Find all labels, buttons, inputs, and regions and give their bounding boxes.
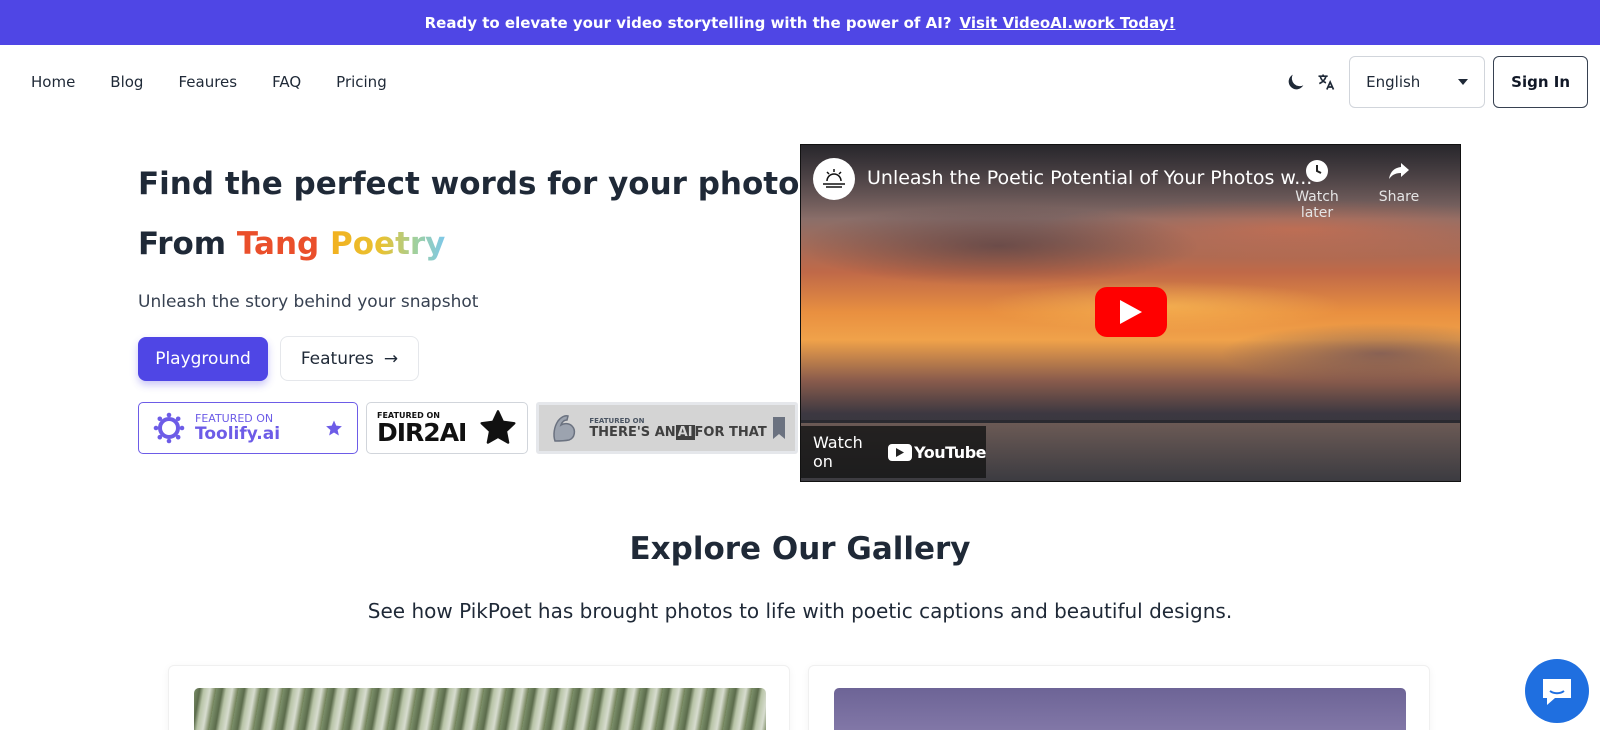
- language-select[interactable]: English: [1349, 56, 1486, 108]
- youtube-video-embed[interactable]: Unleash the Poetic Potential of Your Pho…: [800, 144, 1461, 482]
- toolify-logo-icon: [153, 412, 185, 444]
- top-nav: Home Blog Feaures FAQ Pricing English Si…: [0, 45, 1600, 119]
- gallery-card-image: [834, 688, 1406, 730]
- clock-icon: [1306, 160, 1328, 182]
- toolify-featured-label: FEATURED ON: [195, 411, 274, 425]
- hero-subtitle-poetry: Poetry: [330, 226, 446, 262]
- toolify-badge[interactable]: FEATURED ON Toolify.ai: [138, 402, 358, 454]
- hero-subtitle-tang: Tang: [236, 226, 320, 262]
- watch-later-label: Watch later: [1295, 189, 1339, 221]
- translate-icon[interactable]: [1311, 67, 1341, 97]
- aift-text: FEATURED ON THERE'S AN AI FOR THAT: [589, 416, 767, 440]
- nav-actions: English Sign In: [1281, 56, 1588, 108]
- dir2ai-name: DIR2AI: [377, 418, 467, 447]
- gallery-card[interactable]: [168, 665, 790, 730]
- toolify-text: FEATURED ON Toolify.ai: [195, 411, 281, 444]
- aift-name-prefix: THERE'S AN: [589, 424, 676, 440]
- share-button[interactable]: Share: [1359, 157, 1439, 205]
- chat-icon: [1543, 679, 1571, 705]
- banner-text: Ready to elevate your video storytelling…: [424, 13, 952, 32]
- nav-link-blog[interactable]: Blog: [110, 73, 143, 91]
- star-icon: [480, 410, 516, 444]
- aift-name-suffix: FOR THAT: [694, 424, 767, 440]
- nav-link-features[interactable]: Feaures: [178, 73, 237, 91]
- gallery-description: See how PikPoet has brought photos to li…: [367, 599, 1233, 623]
- nav-link-pricing[interactable]: Pricing: [336, 73, 387, 91]
- language-value: English: [1366, 73, 1421, 91]
- watch-on-youtube[interactable]: Watch on YouTube: [801, 426, 986, 478]
- arrow-right-icon: →: [383, 348, 399, 369]
- gallery-title: Explore Our Gallery: [629, 531, 971, 567]
- sunset-logo-icon: [823, 169, 845, 188]
- hero-subtitle: From Tang Poetry: [138, 226, 445, 262]
- features-button-label: Features: [300, 348, 374, 369]
- banner-link[interactable]: Visit VideoAI.work Today!: [960, 14, 1176, 32]
- chevron-down-icon: [1458, 79, 1469, 85]
- gallery-card[interactable]: [808, 665, 1430, 730]
- dir2ai-text: FEATURED ON DIR2AI: [377, 411, 467, 447]
- promo-banner: Ready to elevate your video storytelling…: [0, 0, 1600, 45]
- dir2ai-badge[interactable]: FEATURED ON DIR2AI: [366, 402, 528, 454]
- nav-link-faq[interactable]: FAQ: [272, 73, 301, 91]
- hero-description: Unleash the story behind your snapshot: [138, 292, 479, 312]
- gallery-card-image: [194, 688, 766, 730]
- hero-subtitle-prefix: From: [138, 226, 227, 262]
- nav-link-home[interactable]: Home: [31, 73, 75, 91]
- bookmark-icon: [773, 417, 785, 439]
- playground-button[interactable]: Playground: [138, 337, 268, 381]
- aift-name: THERE'S AN AI FOR THAT: [589, 424, 767, 440]
- arm-icon: [553, 415, 576, 442]
- watch-on-label: Watch on: [813, 433, 863, 471]
- features-button[interactable]: Features →: [280, 336, 419, 381]
- watch-later-button[interactable]: Watch later: [1277, 157, 1357, 221]
- hero-title: Find the perfect words for your photos: [138, 166, 818, 202]
- play-icon: [1120, 300, 1142, 324]
- nav-links: Home Blog Feaures FAQ Pricing: [31, 45, 387, 119]
- theres-an-ai-for-that-badge[interactable]: FEATURED ON THERE'S AN AI FOR THAT: [536, 402, 798, 454]
- aift-name-ai: AI: [675, 424, 695, 440]
- moon-icon[interactable]: [1281, 67, 1311, 97]
- aift-featured-label: FEATURED ON: [589, 416, 645, 425]
- channel-avatar[interactable]: [813, 158, 855, 200]
- youtube-wordmark: YouTube: [914, 442, 986, 462]
- youtube-play-icon: [888, 443, 913, 461]
- chat-button[interactable]: [1525, 659, 1589, 723]
- sign-in-button[interactable]: Sign In: [1493, 56, 1588, 108]
- video-title[interactable]: Unleash the Poetic Potential of Your Pho…: [867, 167, 1312, 189]
- play-button[interactable]: [1095, 287, 1167, 337]
- star-icon: [326, 420, 342, 436]
- youtube-logo: YouTube: [888, 443, 986, 462]
- toolify-name: Toolify.ai: [195, 423, 281, 444]
- share-label: Share: [1378, 189, 1420, 205]
- share-icon: [1389, 163, 1409, 179]
